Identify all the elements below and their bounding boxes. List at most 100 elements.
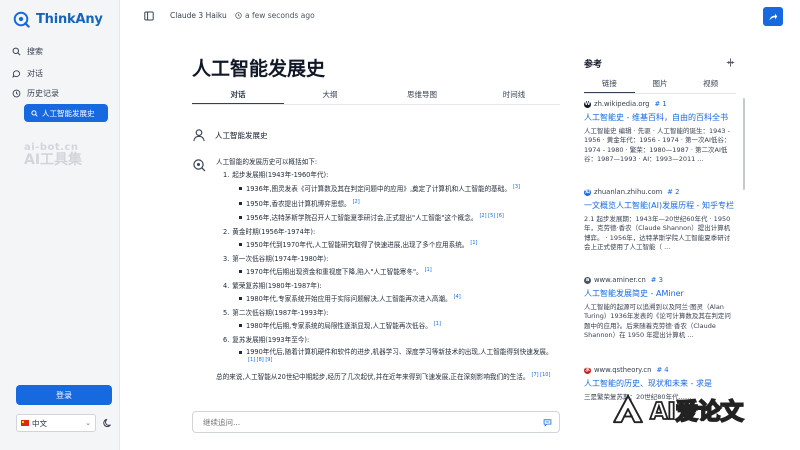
reference-number: # 4 [656,366,669,374]
nav-search-label: 搜索 [27,47,43,56]
citation-link[interactable]: [1] [425,267,432,273]
era-point-text: 1970年代后期出现资金和重视度下降,陷入"人工智能寒冬"。 [246,268,423,277]
citation-link[interactable]: [2] [353,199,360,205]
era-item: 5. 第二次低谷期(1987年-1993年): 1980年代后期,专家系统的局限性… [216,309,561,331]
tab-videos[interactable]: 视频 [685,78,736,93]
era-number: 3. [223,254,230,263]
login-button[interactable]: 登录 [16,385,112,405]
era-heading-row: 1. 起步发展期(1943年-1960年代): [216,171,561,179]
moon-icon[interactable] [103,418,113,428]
share-button[interactable] [763,7,783,26]
brand-name: ThinkAny [36,11,103,27]
era-point-text: 1950年,香农提出计算机博弈思想。 [246,199,351,208]
search-icon [31,109,38,117]
citation-link[interactable]: [2] [5] [6] [479,213,503,219]
citation-link[interactable]: [1] [434,321,441,327]
answer-intro: 人工智能的发展历史可以概括如下: [216,158,318,166]
zhihu-favicon-icon: 知 [584,188,591,196]
era-item: 1. 起步发展期(1943年-1960年代): 1936年,图灵发表《可计算数及其… [216,171,561,222]
era-heading: 繁荣复苏期(1980年-1987年): [232,281,322,290]
reference-title[interactable]: 人工智能发展简史 - AMiner [584,288,736,299]
answer-body: 人工智能的发展历史可以概括如下: 1. 起步发展期(1943年-1960年代): … [216,158,561,381]
clock-icon [235,12,242,19]
citation-link[interactable]: [3] [513,184,520,190]
watermark-text: AI爱论文 [649,398,744,426]
era-number: 2. [223,227,230,236]
tab-chat[interactable]: 对话 [192,89,284,104]
top-bar: Claude 3 Haiku a few seconds ago [121,0,800,32]
search-icon [12,47,21,56]
tab-mindmap[interactable]: 思维导图 [376,89,468,104]
watermark-logo-icon [613,394,643,424]
era-list: 1. 起步发展期(1943年-1960年代): 1936年,图灵发表《可计算数及其… [216,171,561,366]
qstheory-favicon-icon: 求 [584,366,591,374]
language-select[interactable]: 中文 ⌄ [16,414,96,432]
era-point-text: 1980年代,专家系统开始应用于实际问题解决,人工智能再次进入高潮。 [246,295,452,304]
aminer-favicon-icon: a [584,276,591,284]
references-panel: 参考 链接 图片 视频 W zh.wikipedia.org # 1 人工智能史… [576,32,741,450]
era-heading-row: 5. 第二次低谷期(1987年-1993年): [216,309,561,317]
user-message: 人工智能发展史 [192,128,268,142]
reference-domain: zh.wikipedia.org [594,100,650,108]
era-item: 2. 黄金时期(1956年-1974年): 1950年代到1970年代,人工智能研… [216,228,561,250]
brand[interactable]: ThinkAny [12,10,103,28]
page-title: 人工智能发展史 [192,58,326,80]
era-point: 1980年代,专家系统开始应用于实际问题解决,人工智能再次进入高潮。 [4] [239,294,561,304]
sidebar: ThinkAny 搜索 对话 历史记录 人工智能发展史 ai-bot.cn AI… [0,0,120,450]
send-message-icon[interactable] [543,418,552,427]
reference-title[interactable]: 人工智能的历史、现状和未来 - 求是 [584,378,736,389]
references-scrollbar[interactable] [743,98,745,190]
nav-chat-label: 对话 [27,69,43,78]
reference-item[interactable]: 知 zhuanlan.zhihu.com # 2 一文概览人工智能(AI)发展历… [584,188,736,253]
nav-search[interactable]: 搜索 [12,46,43,57]
citation-link[interactable]: [1] [8] [9] [248,357,272,363]
chevron-down-icon: ⌄ [85,419,91,427]
assistant-logo-icon [193,159,206,172]
history-item-label: 人工智能发展史 [42,108,95,118]
sidebar-toggle-icon[interactable] [144,11,154,21]
model-name[interactable]: Claude 3 Haiku [170,11,227,20]
reference-item[interactable]: a www.aminer.cn # 3 人工智能发展简史 - AMiner 人工… [584,276,736,341]
reference-number: # 1 [654,100,667,108]
timestamp: a few seconds ago [235,11,315,20]
user-question: 人工智能发展史 [215,130,268,140]
reference-snippet: 2.1 起步发展期：1943年—20世纪60年代 · 1950年，克劳德·香农（… [584,215,731,252]
history-item-active[interactable]: 人工智能发展史 [24,104,108,122]
era-heading-row: 4. 繁荣复苏期(1980年-1987年): [216,282,561,290]
reference-item[interactable]: W zh.wikipedia.org # 1 人工智能史 - 维基百科，自由的百… [584,100,736,165]
chat-icon [12,70,21,78]
collapse-panel-icon[interactable] [726,58,735,67]
wikipedia-favicon-icon: W [584,100,591,108]
era-point: 1936年,图灵发表《可计算数及其在判定问题中的应用》,奠定了计算机和人工智能的… [239,184,561,194]
era-heading: 第二次低谷期(1987年-1993年): [232,308,329,317]
era-points: 1990年代后,随着计算机硬件和软件的进步,机器学习、深度学习等新技术的出现,人… [216,348,561,366]
share-icon [769,13,778,20]
era-number: 1. [223,171,230,180]
citation-link[interactable]: [1] [470,240,477,246]
reference-title[interactable]: 人工智能史 - 维基百科，自由的百科全书 [584,112,736,123]
era-heading: 第一次低谷期(1974年-1980年): [232,254,329,263]
tab-images[interactable]: 图片 [635,78,686,93]
history-icon [12,89,21,98]
era-heading-row: 3. 第一次低谷期(1974年-1980年): [216,255,561,263]
main-content: 人工智能发展史 对话 大纲 思维导图 时间线 人工智能发展史 人工智能的发展历史… [121,32,571,450]
era-points: 1950年代到1970年代,人工智能研究取得了快速进展,出现了多个应用系统。 [1… [216,240,561,250]
reference-domain: zhuanlan.zhihu.com [594,188,663,196]
tab-links[interactable]: 链接 [584,78,635,93]
nav-history[interactable]: 历史记录 [12,88,59,99]
era-point: 1970年代后期出现资金和重视度下降,陷入"人工智能寒冬"。 [1] [239,267,561,277]
nav-chat[interactable]: 对话 [12,68,43,79]
follow-up-input[interactable] [192,411,560,433]
era-point: 1950年,香农提出计算机博弈思想。 [2] [239,199,561,209]
era-point-text: 1936年,图灵发表《可计算数及其在判定问题中的应用》,奠定了计算机和人工智能的… [246,185,511,194]
tab-timeline[interactable]: 时间线 [468,89,560,104]
era-heading: 复苏发展期(1993年至今): [232,336,310,344]
era-point: 1980年代后期,专家系统的局限性逐渐显现,人工智能再次低谷。 [1] [239,321,561,331]
thinkany-logo-icon [13,11,30,28]
tab-outline[interactable]: 大纲 [284,89,376,104]
citation-link[interactable]: [4] [454,294,461,300]
era-number: 6. [223,336,230,344]
reference-title[interactable]: 一文概览人工智能(AI)发展历程 - 知乎专栏 [584,200,736,211]
era-heading-row: 6. 复苏发展期(1993年至今): [216,336,561,344]
citation-link[interactable]: [7] [10] [532,372,551,378]
